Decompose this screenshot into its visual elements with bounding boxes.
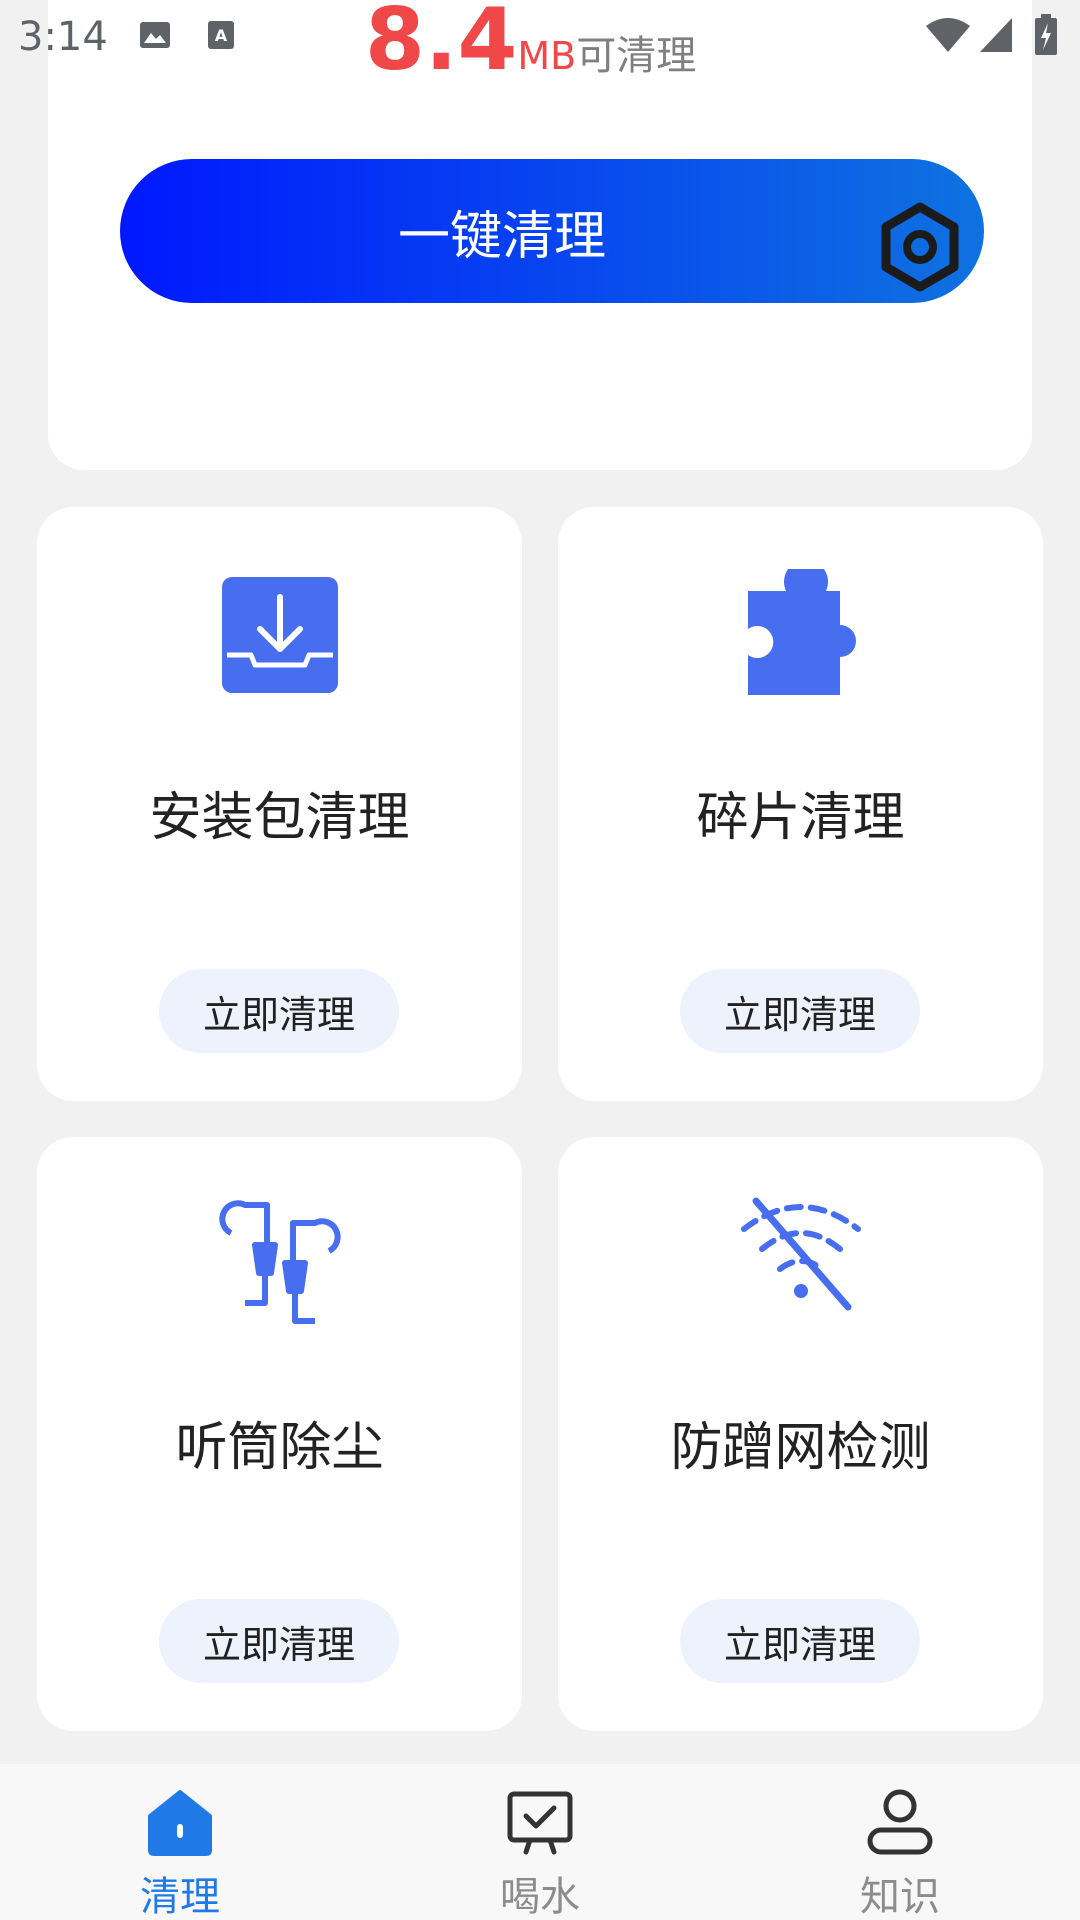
nav-label: 喝水 bbox=[500, 1874, 580, 1920]
feature-title: 防蹭网检测 bbox=[670, 1418, 931, 1478]
battery-charging-icon bbox=[1035, 14, 1057, 55]
cleanable-label: 可清理 bbox=[576, 33, 697, 79]
image-notification-icon bbox=[140, 22, 170, 48]
person-icon bbox=[867, 1789, 933, 1855]
cleanable-unit: MB bbox=[517, 34, 577, 78]
earphones-icon bbox=[218, 1200, 341, 1324]
status-time: 3:14 bbox=[18, 14, 108, 60]
home-icon bbox=[148, 1790, 212, 1856]
one-click-clean-label: 一键清理 bbox=[397, 206, 606, 267]
text-notification-icon: A bbox=[208, 21, 234, 49]
feature-title: 碎片清理 bbox=[696, 788, 905, 848]
wifi-off-icon bbox=[740, 1197, 861, 1311]
feature-card-anti-wifi-theft[interactable]: 防蹭网检测 立即清理 bbox=[558, 1137, 1043, 1731]
nav-label: 清理 bbox=[140, 1874, 220, 1920]
nav-item-knowledge[interactable]: 知识 bbox=[800, 1764, 1000, 1920]
nav-label: 知识 bbox=[860, 1874, 940, 1920]
feature-card-earpiece-dust[interactable]: 听筒除尘 立即清理 bbox=[37, 1137, 522, 1731]
cleanable-amount: 8.4 bbox=[365, 0, 518, 90]
clean-now-button[interactable]: 立即清理 bbox=[680, 1599, 920, 1683]
one-click-clean-button[interactable]: 一键清理 bbox=[120, 159, 984, 303]
svg-text:A: A bbox=[215, 26, 228, 45]
clean-now-button[interactable]: 立即清理 bbox=[159, 1599, 399, 1683]
clean-now-button[interactable]: 立即清理 bbox=[159, 969, 399, 1053]
hexagon-settings-icon bbox=[881, 202, 959, 292]
app-screen: 3:14 A 8.4 MB 可清理 一键清理 安装包清理 立即清理 碎片清理 立… bbox=[0, 0, 1080, 1920]
puzzle-piece-icon bbox=[747, 569, 856, 695]
nav-item-clean[interactable]: 清理 bbox=[80, 1764, 280, 1920]
monitor-check-icon bbox=[507, 1791, 573, 1855]
feature-title: 安装包清理 bbox=[149, 788, 410, 848]
cellular-signal-icon bbox=[980, 18, 1012, 52]
bottom-nav: 清理 喝水 知识 bbox=[0, 1764, 1080, 1920]
wifi-signal-icon bbox=[926, 18, 970, 52]
feature-title: 听筒除尘 bbox=[175, 1418, 384, 1478]
feature-card-package-clean[interactable]: 安装包清理 立即清理 bbox=[37, 507, 522, 1101]
nav-item-water[interactable]: 喝水 bbox=[440, 1764, 640, 1920]
cleanable-size: 8.4 MB 可清理 bbox=[365, 0, 697, 90]
feature-card-fragment-clean[interactable]: 碎片清理 立即清理 bbox=[558, 507, 1043, 1101]
clean-now-button[interactable]: 立即清理 bbox=[680, 969, 920, 1053]
download-tray-icon bbox=[221, 577, 338, 693]
